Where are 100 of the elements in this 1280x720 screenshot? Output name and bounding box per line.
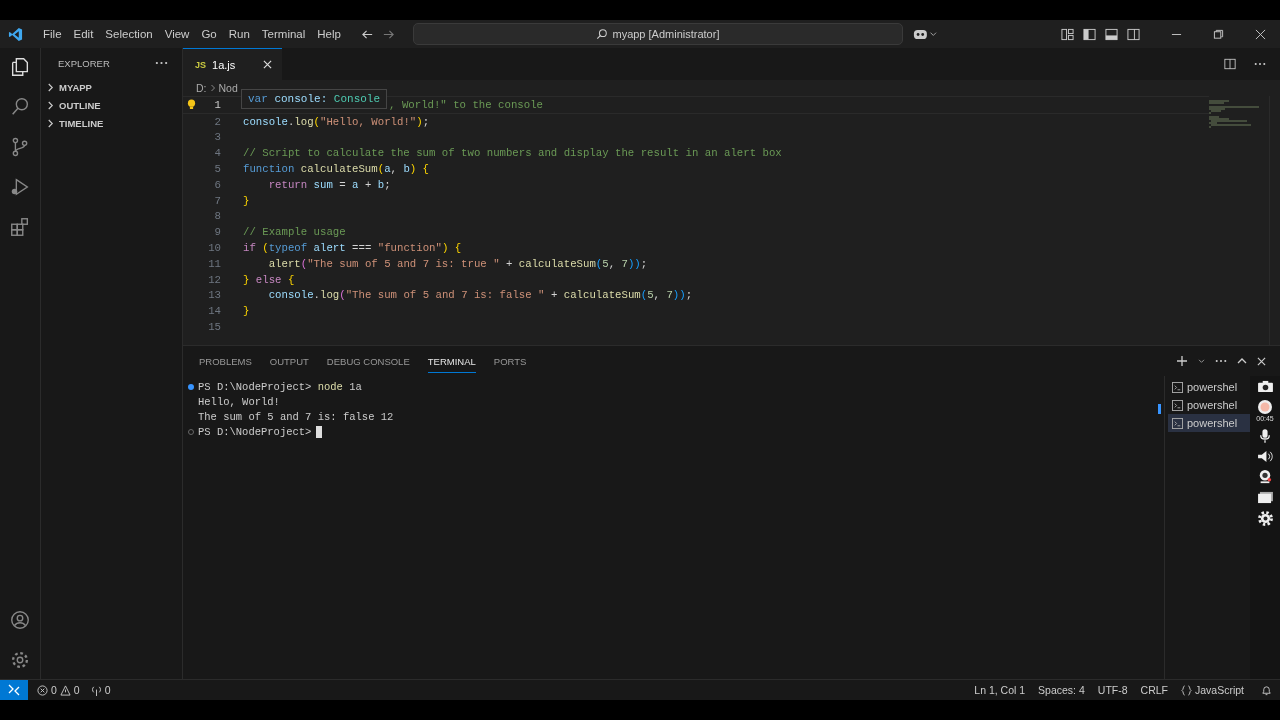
text-cursor bbox=[316, 425, 323, 438]
search-icon bbox=[596, 28, 609, 40]
line-number: 3 bbox=[213, 131, 221, 144]
terminal-line: Hello, World! bbox=[198, 396, 280, 409]
sidebar-title: EXPLORER bbox=[58, 57, 110, 69]
menu-item[interactable]: View bbox=[158, 28, 196, 40]
secondary-sidebar-icon[interactable] bbox=[1127, 27, 1140, 41]
breadcrumb-item[interactable]: D: bbox=[196, 82, 207, 94]
menu-item[interactable]: Go bbox=[195, 28, 223, 40]
line-number: 10 bbox=[207, 242, 221, 255]
explorer-icon[interactable] bbox=[9, 56, 31, 78]
window-icon[interactable] bbox=[1256, 491, 1274, 504]
line-number: 5 bbox=[213, 163, 221, 176]
terminal-line: PS D:\NodeProject> bbox=[198, 425, 312, 438]
code-line: alert("The sum of 5 and 7 is: true " + calculateSum(5, 7)); bbox=[268, 257, 648, 270]
line-number: 13 bbox=[207, 289, 221, 302]
code-line: } bbox=[243, 305, 250, 318]
dropdown-caret-icon[interactable] bbox=[1198, 358, 1205, 364]
line-number: 6 bbox=[213, 178, 221, 191]
panel-tab[interactable]: DEBUG CONSOLE bbox=[326, 349, 410, 373]
panel-tab[interactable]: PROBLEMS bbox=[199, 349, 252, 373]
panel-toggle-icon[interactable] bbox=[1105, 27, 1118, 41]
terminal-icon bbox=[1172, 399, 1183, 411]
sidebar-section[interactable]: MYAPP bbox=[41, 78, 182, 96]
hover-tooltip: var console: Console bbox=[241, 88, 388, 109]
lightbulb-icon[interactable] bbox=[187, 99, 196, 111]
line-number: 2 bbox=[213, 115, 221, 128]
speaker-icon[interactable] bbox=[1256, 450, 1274, 463]
sidebar-section[interactable]: TIMELINE bbox=[41, 114, 182, 132]
camera-icon[interactable] bbox=[1256, 380, 1274, 393]
terminal-icon bbox=[1172, 381, 1183, 393]
sidebar-section[interactable]: OUTLINE bbox=[41, 96, 182, 114]
menu-item[interactable]: Selection bbox=[99, 28, 159, 40]
status-item[interactable]: Ln 1, Col 1 bbox=[974, 684, 1026, 696]
remote-icon[interactable] bbox=[0, 680, 28, 700]
menu-item[interactable]: File bbox=[37, 28, 68, 40]
code-line: if (typeof alert === "function") { bbox=[243, 242, 462, 255]
warning-icon[interactable] bbox=[59, 684, 71, 696]
close-icon[interactable] bbox=[1255, 28, 1266, 40]
panel-tab[interactable]: OUTPUT bbox=[269, 349, 309, 373]
line-number: 12 bbox=[207, 273, 221, 286]
terminal-instance[interactable]: powershel bbox=[1168, 396, 1250, 414]
copilot-icon[interactable] bbox=[912, 27, 937, 41]
sidebar-toggle-icon[interactable] bbox=[1083, 27, 1096, 41]
command-center[interactable]: myapp [Administrator] bbox=[412, 23, 903, 45]
code-line: console.log("The sum of 5 and 7 is: false " + calculateSum(5, 7)); bbox=[268, 289, 693, 302]
command-status-dot[interactable] bbox=[188, 384, 194, 391]
warning-count[interactable]: 0 bbox=[73, 684, 80, 696]
microphone-icon[interactable] bbox=[1259, 428, 1271, 444]
line-number: 1 bbox=[213, 98, 221, 111]
record-icon[interactable] bbox=[1257, 399, 1273, 415]
antenna-icon[interactable] bbox=[90, 684, 102, 696]
line-number: 4 bbox=[213, 147, 221, 160]
status-item[interactable]: UTF-8 bbox=[1097, 684, 1128, 696]
code-line: console.log("Hello, World!"); bbox=[243, 115, 430, 128]
terminal-line: PS D:\NodeProject> node 1a bbox=[198, 381, 362, 394]
terminal-line: The sum of 5 and 7 is: false 12 bbox=[198, 411, 394, 423]
terminal-instance[interactable]: powershel bbox=[1168, 378, 1250, 396]
braces-icon[interactable] bbox=[1180, 684, 1192, 696]
code-line: // Script to calculate the sum of two numbers and display the result in an alert box bbox=[243, 147, 782, 160]
split-editor-icon[interactable] bbox=[1224, 58, 1236, 70]
menu-item[interactable]: Edit bbox=[67, 28, 100, 40]
line-number: 14 bbox=[207, 305, 221, 318]
code-line: // Example usage bbox=[243, 226, 346, 239]
language-mode[interactable]: JavaScript bbox=[1194, 684, 1244, 696]
bell-icon[interactable] bbox=[1261, 684, 1272, 696]
close-icon[interactable] bbox=[263, 60, 273, 69]
code-line: function calculateSum(a, b) { bbox=[243, 163, 430, 176]
maximize-panel-icon[interactable] bbox=[1237, 358, 1247, 364]
status-item[interactable]: CRLF bbox=[1140, 684, 1168, 696]
more-actions-icon[interactable] bbox=[1215, 359, 1227, 363]
status-item[interactable]: Spaces: 4 bbox=[1038, 684, 1085, 696]
new-terminal-icon[interactable] bbox=[1176, 355, 1188, 367]
panel-tab[interactable]: TERMINAL bbox=[427, 349, 476, 373]
close-icon[interactable] bbox=[1257, 356, 1266, 366]
chevron-icon bbox=[209, 84, 216, 92]
line-number: 8 bbox=[213, 210, 221, 223]
webcam-icon[interactable] bbox=[1258, 469, 1272, 485]
ports-count[interactable]: 0 bbox=[104, 684, 111, 696]
account-icon[interactable] bbox=[9, 609, 31, 631]
error-icon[interactable] bbox=[37, 684, 48, 696]
breadcrumb-item[interactable]: Nod bbox=[218, 82, 238, 94]
line-number: 11 bbox=[207, 257, 221, 270]
editor-tab[interactable]: JS 1a.js bbox=[183, 47, 283, 81]
app-logo-icon bbox=[8, 26, 23, 42]
error-count[interactable]: 0 bbox=[51, 684, 57, 696]
terminal-instance[interactable]: powershel bbox=[1168, 414, 1250, 432]
panel-tab[interactable]: PORTS bbox=[493, 349, 527, 373]
menu-item[interactable]: Help bbox=[311, 28, 347, 40]
menu-item[interactable]: Terminal bbox=[255, 28, 312, 40]
extensions-icon[interactable] bbox=[9, 216, 31, 238]
more-actions-icon[interactable] bbox=[1254, 62, 1266, 66]
menu-item[interactable]: Run bbox=[222, 28, 256, 40]
terminal-icon bbox=[1172, 417, 1183, 429]
settings-icon[interactable] bbox=[1256, 510, 1274, 527]
restore-icon[interactable] bbox=[1213, 28, 1224, 40]
code-line: } else { bbox=[243, 273, 295, 286]
layout-icon[interactable] bbox=[1061, 27, 1074, 41]
more-actions-icon[interactable] bbox=[155, 61, 168, 65]
run-debug-icon[interactable] bbox=[9, 176, 31, 198]
